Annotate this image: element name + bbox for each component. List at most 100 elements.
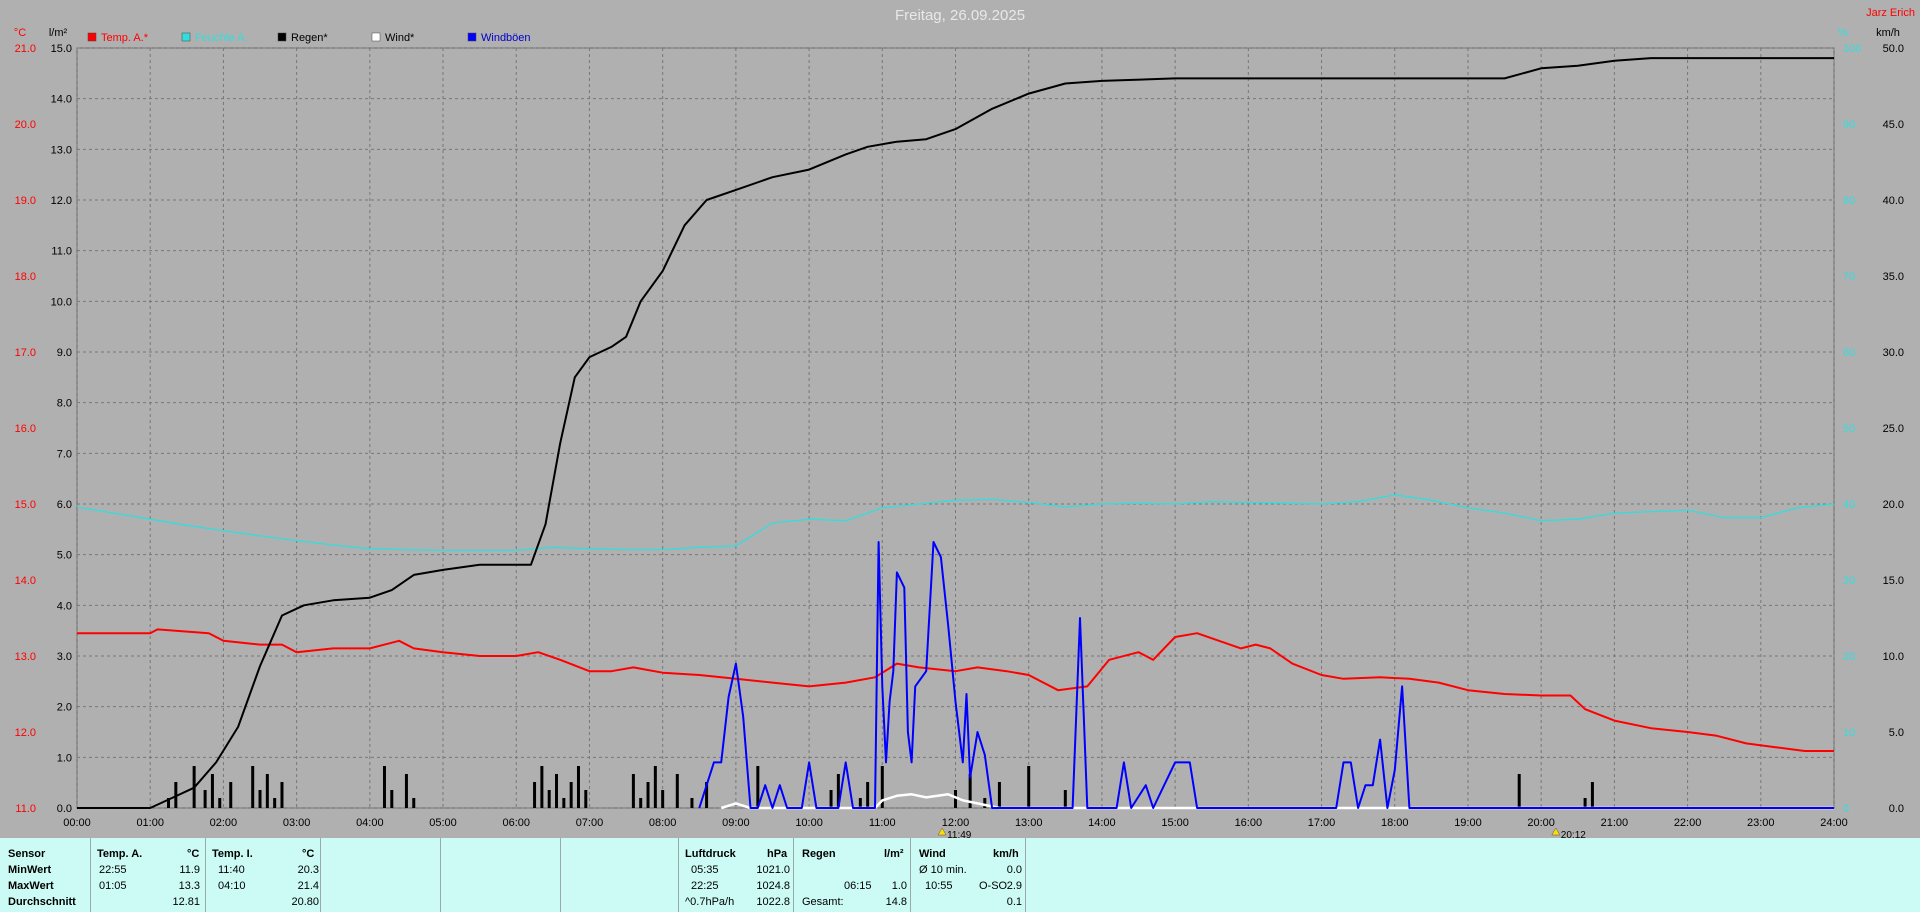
stats-panel: Sensor MinWert MaxWert Durchschnitt Temp… — [0, 838, 1920, 912]
rain-bar — [584, 790, 588, 808]
temp-i-min-value: 20.3 — [297, 864, 319, 876]
empty-column-3 — [560, 838, 679, 912]
unit-temp-label: °C — [14, 27, 26, 39]
wind-tick-label: 15.0 — [1883, 575, 1904, 587]
rain-total-value: 14.8 — [885, 896, 907, 908]
x-tick-label: 05:00 — [429, 817, 457, 829]
pressure-avg-value: 1022.8 — [756, 896, 790, 908]
marker-icon — [1551, 827, 1561, 836]
x-tick-label: 18:00 — [1381, 817, 1409, 829]
legend-swatch — [277, 32, 287, 42]
rain-bar — [829, 790, 833, 808]
legend-swatch — [467, 32, 477, 42]
x-tick-label: 15:00 — [1161, 817, 1189, 829]
wind-column: Wind km/h Ø 10 min. 10:55 O-SO 0.0 2.9 0… — [910, 838, 1026, 912]
legend-label: Temp. A.* — [101, 32, 149, 44]
rain-bar — [661, 790, 665, 808]
wind-tick-label: 0.0 — [1889, 803, 1904, 815]
rain-bar — [858, 798, 862, 808]
temp-i-unit: °C — [302, 848, 315, 860]
wind-tick-label: 20.0 — [1883, 499, 1904, 511]
wind-tick-label: 25.0 — [1883, 423, 1904, 435]
rain-max-time: 06:15 — [844, 880, 872, 892]
hum-tick-label: 0 — [1843, 803, 1849, 815]
marker-icon — [937, 827, 947, 836]
x-tick-label: 13:00 — [1015, 817, 1043, 829]
pressure-min-value: 1021.0 — [756, 864, 790, 876]
rain-bar — [280, 782, 284, 808]
rain-bar — [1590, 782, 1594, 808]
legend-swatch — [87, 32, 97, 42]
temp-tick-label: 17.0 — [15, 347, 36, 359]
temp-tick-label: 20.0 — [15, 119, 36, 131]
temp-tick-label: 13.0 — [15, 651, 36, 663]
hum-tick-label: 50 — [1843, 423, 1855, 435]
wind-max-dir: O-SO — [979, 880, 1008, 892]
wind-unit: km/h — [993, 848, 1019, 860]
rain-bar — [533, 782, 537, 808]
rain-tick-label: 8.0 — [57, 398, 72, 410]
rain-header: Regen — [802, 848, 836, 860]
temp-i-min-time: 11:40 — [218, 864, 245, 876]
temp-i-header: Temp. I. — [212, 848, 253, 860]
pressure-trend: ^0.7hPa/h — [685, 896, 735, 908]
pressure-max-value: 1024.8 — [756, 880, 790, 892]
pressure-unit: hPa — [767, 848, 788, 860]
rain-tick-label: 9.0 — [57, 347, 72, 359]
x-tick-label: 10:00 — [795, 817, 823, 829]
rain-tick-label: 3.0 — [57, 651, 72, 663]
rain-tick-label: 1.0 — [57, 752, 72, 764]
rain-bar — [1063, 790, 1067, 808]
temp-i-column: Temp. I. °C 11:40 04:10 20.3 21.4 20.80 — [205, 838, 321, 912]
rain-bar — [218, 798, 222, 808]
rain-column: Regen l/m² 06:15 Gesamt: 1.0 14.8 — [793, 838, 911, 912]
x-tick-label: 21:00 — [1601, 817, 1629, 829]
x-tick-label: 09:00 — [722, 817, 750, 829]
chart-axes: 00:00 01:00 02:00 03:00 04:00 05:00 06:00 07:00… — [15, 43, 1904, 829]
x-tick-label: 16:00 — [1235, 817, 1263, 829]
temp-a-column: Temp. A. °C 22:55 01:05 11.9 13.3 12.81 — [90, 838, 206, 912]
x-tick-label: 23:00 — [1747, 817, 1775, 829]
rain-bar — [1517, 774, 1521, 808]
temp-a-header: Temp. A. — [97, 848, 143, 860]
wind-avg-value: 0.0 — [1006, 864, 1022, 876]
rain-bar — [547, 790, 551, 808]
rain-tick-label: 4.0 — [57, 600, 72, 612]
wind-tick-label: 50.0 — [1883, 43, 1904, 55]
sensor-column: Sensor MinWert MaxWert Durchschnitt — [0, 838, 90, 912]
rain-bar — [265, 774, 269, 808]
rain-bar — [412, 798, 416, 808]
pressure-min-time: 05:35 — [691, 864, 719, 876]
temp-tick-label: 11.0 — [15, 803, 36, 815]
row-label-avg: Durchschnitt — [8, 896, 76, 908]
rain-total-label: Gesamt: — [802, 896, 844, 908]
x-tick-label: 19:00 — [1454, 817, 1482, 829]
x-tick-label: 12:00 — [942, 817, 970, 829]
rain-bar — [562, 798, 566, 808]
rain-bar — [1583, 798, 1587, 808]
x-tick-label: 06:00 — [502, 817, 530, 829]
rain-bar — [382, 766, 386, 808]
rain-unit: l/m² — [884, 848, 904, 860]
rain-bar — [569, 782, 573, 808]
temp-tick-label: 15.0 — [15, 499, 36, 511]
legend-label: Regen* — [291, 32, 328, 44]
wind-tick-label: 5.0 — [1889, 727, 1904, 739]
hum-tick-label: 60 — [1843, 347, 1855, 359]
wind-tick-label: 35.0 — [1883, 271, 1904, 283]
legend-label: Feuchte A. — [195, 32, 248, 44]
rain-bar — [258, 790, 262, 808]
rain-tick-label: 5.0 — [57, 550, 72, 562]
temp-tick-label: 18.0 — [15, 271, 36, 283]
rain-bar — [983, 798, 987, 808]
rain-tick-label: 2.0 — [57, 702, 72, 714]
rain-tick-label: 12.0 — [51, 195, 72, 207]
series-line-wind — [720, 793, 1834, 810]
x-tick-label: 07:00 — [576, 817, 604, 829]
temp-i-max-time: 04:10 — [218, 880, 246, 892]
event-markers: 11:49 20:12 — [937, 827, 1586, 838]
rain-bar — [690, 798, 694, 808]
legend-swatch — [181, 32, 191, 42]
rain-tick-label: 11.0 — [51, 246, 72, 258]
series-line-windb-en — [698, 541, 1834, 809]
